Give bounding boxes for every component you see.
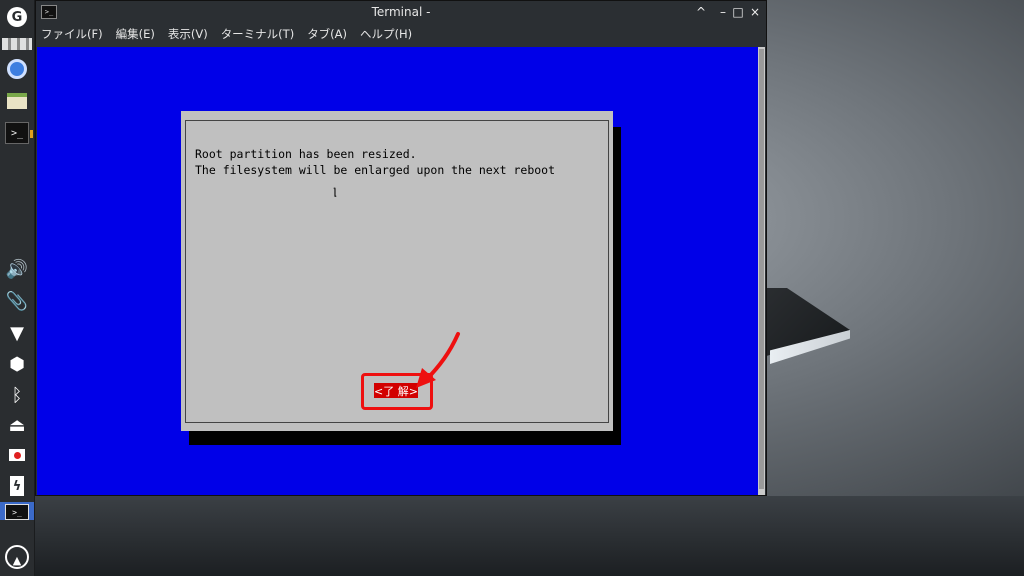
terminal-window: >_ Terminal - ^ – □ × ファイル(F) 編集(E) 表示(V… — [35, 0, 767, 496]
text-cursor-icon: Ⲓ — [333, 185, 337, 201]
window-title: Terminal - — [371, 5, 431, 19]
file-manager-icon[interactable] — [4, 88, 30, 114]
maximize-button[interactable]: □ — [729, 3, 747, 21]
dialog-message: Root partition has been resized. The fil… — [195, 146, 555, 178]
scrollbar[interactable] — [758, 47, 765, 495]
bluetooth-icon[interactable]: ᛒ — [4, 382, 30, 408]
menu-bar: ファイル(F) 編集(E) 表示(V) ターミナル(T) タブ(A) ヘルプ(H… — [36, 23, 766, 45]
menu-view[interactable]: 表示(V) — [168, 26, 208, 42]
menu-edit[interactable]: 編集(E) — [116, 26, 155, 42]
cube-icon[interactable]: ⬢ — [4, 351, 30, 377]
annotation-arrow — [416, 332, 460, 388]
eject-icon[interactable]: ⏏ — [4, 412, 30, 438]
app-menu-icon[interactable]: G — [4, 4, 30, 30]
menu-help[interactable]: ヘルプ(H) — [360, 26, 412, 42]
record-icon[interactable] — [4, 442, 30, 468]
battery-icon[interactable]: ϟ — [4, 473, 30, 499]
title-bar[interactable]: >_ Terminal - ^ – □ × — [36, 1, 766, 23]
menu-tabs[interactable]: タブ(A) — [307, 26, 347, 42]
terminal-launcher-icon[interactable]: >_ — [4, 120, 30, 146]
message-line-2: The filesystem will be enlarged upon the… — [195, 163, 556, 177]
close-button[interactable]: × — [746, 3, 764, 21]
logo-icon[interactable]: ▲ — [4, 544, 30, 570]
menu-terminal[interactable]: ターミナル(T) — [221, 26, 295, 42]
taskbar-terminal-button[interactable]: >_ — [0, 502, 34, 520]
wifi-icon[interactable]: ▼ — [4, 320, 30, 346]
pin-icon[interactable]: ^ — [692, 3, 710, 21]
chrome-icon[interactable] — [4, 56, 30, 82]
window-list-indicator[interactable] — [2, 38, 32, 50]
volume-icon[interactable]: 🔊 — [4, 256, 30, 282]
menu-file[interactable]: ファイル(F) — [41, 26, 103, 42]
side-panel: G >_ 🔊 📎 ▼ ⬢ ᛒ ⏏ ϟ >_ ▲ — [0, 0, 35, 576]
scrollbar-thumb[interactable] — [759, 49, 764, 489]
message-line-1: Root partition has been resized. — [195, 147, 417, 161]
terminal-area[interactable]: Root partition has been resized. The fil… — [37, 47, 759, 495]
running-indicator — [30, 130, 33, 138]
desktop-bottom — [34, 496, 1024, 576]
clipboard-icon[interactable]: 📎 — [4, 288, 30, 314]
